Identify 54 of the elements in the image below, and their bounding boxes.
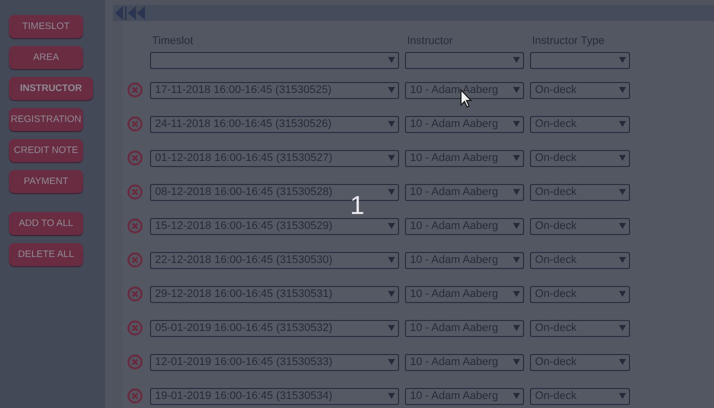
- sidebar-button[interactable]: CREDIT NOTE: [9, 139, 83, 162]
- caret-icon: [388, 121, 395, 127]
- caret-icon: [513, 393, 520, 399]
- caret-icon: [388, 87, 395, 93]
- filter-dropdown[interactable]: [150, 52, 399, 68]
- caret-icon: [513, 57, 520, 63]
- remove-icon[interactable]: [127, 388, 143, 404]
- caret-icon: [388, 155, 395, 161]
- caret-icon: [513, 87, 520, 93]
- caret-icon: [513, 359, 520, 365]
- caret-icon: [513, 325, 520, 331]
- filter-dropdown[interactable]: [530, 52, 630, 68]
- remove-icon[interactable]: [127, 286, 143, 302]
- sidebar-button[interactable]: TIMESLOT: [9, 15, 83, 38]
- remove-icon[interactable]: [127, 82, 143, 98]
- caret-icon: [619, 155, 626, 161]
- caret-icon: [513, 223, 520, 229]
- caret-icon: [619, 393, 626, 399]
- remove-icon[interactable]: [127, 218, 143, 234]
- caret-icon: [388, 257, 395, 263]
- caret-icon: [619, 359, 626, 365]
- caret-icon: [388, 189, 395, 195]
- sidebar-button[interactable]: INSTRUCTOR: [9, 77, 93, 100]
- remove-icon[interactable]: [127, 320, 143, 336]
- caret-icon: [388, 291, 395, 297]
- caret-icon: [619, 325, 626, 331]
- action-button[interactable]: ADD TO ALL: [9, 212, 83, 235]
- filter-dropdown[interactable]: [405, 52, 524, 68]
- caret-icon: [619, 291, 626, 297]
- caret-icon: [619, 87, 626, 93]
- sidebar-button[interactable]: PAYMENT: [9, 170, 83, 193]
- remove-icon[interactable]: [127, 116, 143, 132]
- sidebar-button[interactable]: REGISTRATION: [9, 108, 83, 131]
- caret-icon: [619, 257, 626, 263]
- caret-icon: [388, 393, 395, 399]
- sidebar-button[interactable]: AREA: [9, 46, 83, 69]
- caret-icon: [388, 325, 395, 331]
- caret-icon: [513, 257, 520, 263]
- caret-icon: [388, 223, 395, 229]
- caret-icon: [513, 121, 520, 127]
- remove-icon[interactable]: [127, 150, 143, 166]
- caret-icon: [388, 359, 395, 365]
- caret-icon: [619, 189, 626, 195]
- caret-icon: [513, 155, 520, 161]
- caret-icon: [619, 121, 626, 127]
- caret-icon: [388, 57, 395, 63]
- remove-icon[interactable]: [127, 252, 143, 268]
- remove-icon[interactable]: [127, 184, 143, 200]
- caret-icon: [619, 223, 626, 229]
- caret-icon: [619, 57, 626, 63]
- remove-icon[interactable]: [127, 354, 143, 370]
- caret-icon: [513, 189, 520, 195]
- action-button[interactable]: DELETE ALL: [9, 243, 83, 266]
- caret-icon: [513, 291, 520, 297]
